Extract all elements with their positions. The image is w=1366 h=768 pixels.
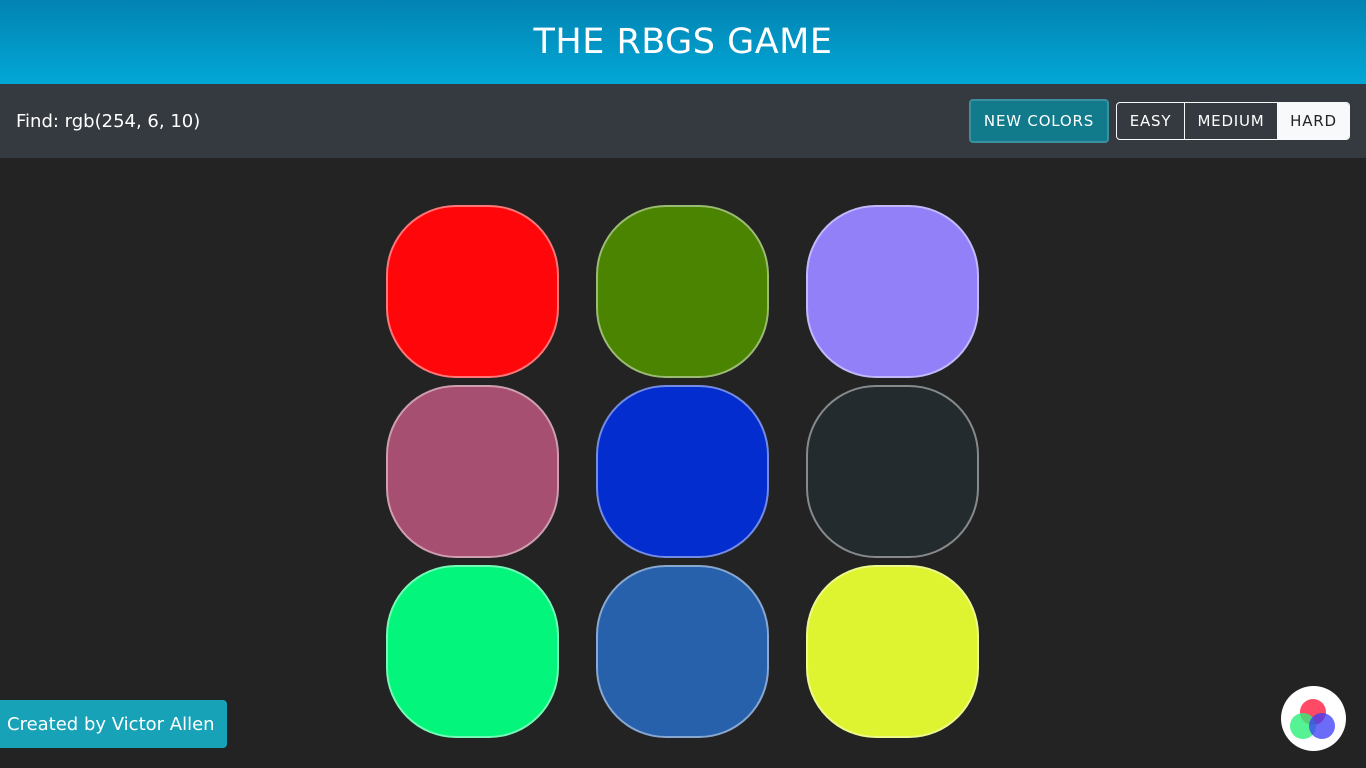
toolbar: Find: rgb(254, 6, 10) NEW COLORS EASY ME… xyxy=(0,84,1366,158)
color-square[interactable] xyxy=(806,385,979,558)
difficulty-button-group: EASY MEDIUM HARD xyxy=(1116,102,1350,140)
rgb-circles-logo-icon[interactable] xyxy=(1281,686,1346,751)
easy-mode-button[interactable]: EASY xyxy=(1117,103,1185,139)
color-square[interactable] xyxy=(596,565,769,738)
header: THE RBGS GAME xyxy=(0,0,1366,84)
color-board xyxy=(386,205,980,745)
color-square[interactable] xyxy=(806,205,979,378)
hard-mode-button[interactable]: HARD xyxy=(1278,103,1349,139)
color-square[interactable] xyxy=(596,385,769,558)
color-square[interactable] xyxy=(596,205,769,378)
target-color-label: Find: rgb(254, 6, 10) xyxy=(16,111,201,132)
color-square[interactable] xyxy=(806,565,979,738)
color-square[interactable] xyxy=(386,565,559,738)
medium-mode-button[interactable]: MEDIUM xyxy=(1185,103,1278,139)
color-square[interactable] xyxy=(386,205,559,378)
page-title: THE RBGS GAME xyxy=(533,22,833,62)
new-colors-button[interactable]: NEW COLORS xyxy=(969,99,1109,143)
credit-badge[interactable]: Created by Victor Allen xyxy=(0,700,227,748)
color-square[interactable] xyxy=(386,385,559,558)
